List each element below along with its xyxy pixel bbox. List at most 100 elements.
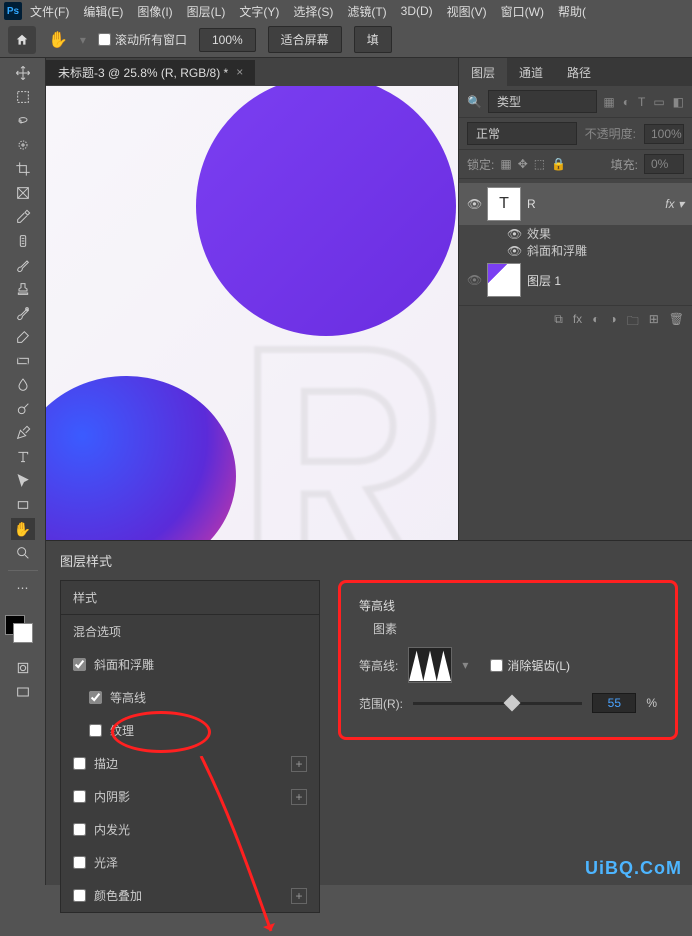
style-bevel[interactable]: 斜面和浮雕 bbox=[61, 648, 319, 681]
eyedropper-tool[interactable] bbox=[11, 206, 35, 228]
edit-toolbar[interactable]: ⋯ bbox=[11, 577, 35, 599]
close-icon[interactable]: × bbox=[236, 65, 243, 79]
filter-smart-icon[interactable]: ◧ bbox=[673, 95, 684, 109]
brush-tool[interactable] bbox=[11, 254, 35, 276]
blending-options[interactable]: 混合选项 bbox=[61, 615, 319, 648]
link-icon[interactable]: ⧉ bbox=[554, 312, 563, 333]
dodge-tool[interactable] bbox=[11, 398, 35, 420]
filter-kind-dropdown[interactable]: 类型 bbox=[488, 90, 597, 113]
layer-row[interactable]: 👁 T R fx ▾ bbox=[459, 183, 692, 225]
filter-shape-icon[interactable]: ▭ bbox=[653, 95, 664, 109]
tab-channels[interactable]: 通道 bbox=[507, 58, 555, 86]
document-tab[interactable]: 未标题-3 @ 25.8% (R, RGB/8) * × bbox=[46, 60, 255, 85]
home-button[interactable] bbox=[8, 26, 36, 54]
crop-tool[interactable] bbox=[11, 158, 35, 180]
visibility-icon[interactable]: 👁 bbox=[507, 244, 521, 258]
menu-3d[interactable]: 3D(D) bbox=[395, 2, 439, 20]
mask-icon[interactable]: ◐ bbox=[592, 312, 599, 333]
antialias-checkbox[interactable]: 消除锯齿(L) bbox=[490, 657, 570, 674]
quick-select-tool[interactable] bbox=[11, 134, 35, 156]
menu-layer[interactable]: 图层(L) bbox=[181, 1, 232, 22]
history-brush-tool[interactable] bbox=[11, 302, 35, 324]
healing-tool[interactable] bbox=[11, 230, 35, 252]
group-icon[interactable]: 🗀 bbox=[627, 312, 639, 333]
lock-all-icon[interactable]: 🔒 bbox=[551, 157, 566, 171]
adjustment-icon[interactable]: ◑ bbox=[609, 312, 616, 333]
lock-artboard-icon[interactable]: ⬚ bbox=[534, 157, 545, 171]
frame-tool[interactable] bbox=[11, 182, 35, 204]
fx-icon[interactable]: fx bbox=[573, 312, 582, 333]
fill-screen-button[interactable]: 填 bbox=[354, 26, 392, 53]
pen-tool[interactable] bbox=[11, 422, 35, 444]
menu-view[interactable]: 视图(V) bbox=[441, 1, 493, 22]
marquee-tool[interactable] bbox=[11, 86, 35, 108]
filter-type-icon[interactable]: T bbox=[638, 95, 645, 109]
canvas[interactable] bbox=[46, 86, 458, 586]
fill-input[interactable]: 0% bbox=[644, 154, 684, 174]
style-color-overlay[interactable]: 颜色叠加+ bbox=[61, 879, 319, 912]
lasso-tool[interactable] bbox=[11, 110, 35, 132]
menu-select[interactable]: 选择(S) bbox=[287, 1, 339, 22]
zoom-tool[interactable] bbox=[11, 542, 35, 564]
menu-window[interactable]: 窗口(W) bbox=[495, 1, 550, 22]
layer-name[interactable]: R bbox=[527, 197, 536, 211]
visibility-icon[interactable]: 👁 bbox=[507, 227, 521, 241]
blend-mode-dropdown[interactable]: 正常 bbox=[467, 122, 577, 145]
visibility-icon[interactable]: 👁 bbox=[467, 273, 481, 287]
filter-adjust-icon[interactable]: ◐ bbox=[623, 95, 630, 109]
hand-tool[interactable]: ✋ bbox=[11, 518, 35, 540]
menu-image[interactable]: 图像(I) bbox=[131, 1, 178, 22]
tab-paths[interactable]: 路径 bbox=[555, 58, 603, 86]
style-inner-glow[interactable]: 内发光 bbox=[61, 813, 319, 846]
screen-mode-tool[interactable] bbox=[11, 681, 35, 703]
menu-edit[interactable]: 编辑(E) bbox=[77, 1, 129, 22]
path-select-tool[interactable] bbox=[11, 470, 35, 492]
menu-filter[interactable]: 滤镜(T) bbox=[341, 1, 392, 22]
fit-screen-button[interactable]: 适合屏幕 bbox=[268, 26, 342, 53]
lock-label: 锁定: bbox=[467, 156, 494, 173]
opacity-input[interactable]: 100% bbox=[644, 124, 684, 144]
color-swatches[interactable] bbox=[5, 609, 41, 645]
style-inner-shadow[interactable]: 内阴影+ bbox=[61, 780, 319, 813]
range-slider[interactable] bbox=[413, 702, 582, 705]
tab-layers[interactable]: 图层 bbox=[459, 58, 507, 86]
rectangle-tool[interactable] bbox=[11, 494, 35, 516]
style-satin[interactable]: 光泽 bbox=[61, 846, 319, 879]
background-swatch[interactable] bbox=[13, 623, 33, 643]
layer-name[interactable]: 图层 1 bbox=[527, 272, 561, 289]
style-contour[interactable]: 等高线 bbox=[61, 681, 319, 714]
style-stroke[interactable]: 描边+ bbox=[61, 747, 319, 780]
add-icon[interactable]: + bbox=[291, 789, 307, 805]
new-layer-icon[interactable]: ⊞ bbox=[649, 312, 659, 333]
menu-help[interactable]: 帮助( bbox=[552, 1, 592, 22]
gradient-tool[interactable] bbox=[11, 350, 35, 372]
type-tool[interactable] bbox=[11, 446, 35, 468]
zoom-input[interactable]: 100% bbox=[199, 28, 256, 52]
stamp-tool[interactable] bbox=[11, 278, 35, 300]
blur-tool[interactable] bbox=[11, 374, 35, 396]
fx-badge[interactable]: fx ▾ bbox=[665, 197, 684, 211]
filter-pixel-icon[interactable]: ▦ bbox=[603, 95, 614, 109]
visibility-icon[interactable]: 👁 bbox=[467, 197, 481, 211]
style-list-header[interactable]: 样式 bbox=[61, 581, 319, 615]
lock-position-icon[interactable]: ✥ bbox=[518, 157, 528, 171]
lock-pixels-icon[interactable]: ▦ bbox=[500, 157, 511, 171]
add-icon[interactable]: + bbox=[291, 756, 307, 772]
fx-item[interactable]: 👁 斜面和浮雕 bbox=[459, 242, 692, 259]
menu-type[interactable]: 文字(Y) bbox=[233, 1, 285, 22]
menu-file[interactable]: 文件(F) bbox=[24, 1, 75, 22]
slider-thumb[interactable] bbox=[504, 694, 521, 711]
antialias-label: 消除锯齿(L) bbox=[507, 657, 570, 674]
scroll-all-checkbox[interactable]: 滚动所有窗口 bbox=[98, 31, 187, 48]
chevron-down-icon[interactable]: ▾ bbox=[462, 658, 468, 672]
eraser-tool[interactable] bbox=[11, 326, 35, 348]
move-tool[interactable] bbox=[11, 62, 35, 84]
layer-row[interactable]: 👁 图层 1 bbox=[459, 259, 692, 301]
delete-icon[interactable]: 🗑 bbox=[669, 312, 684, 333]
add-icon[interactable]: + bbox=[291, 888, 307, 904]
quick-mask-tool[interactable] bbox=[11, 657, 35, 679]
contour-picker[interactable] bbox=[408, 647, 452, 683]
range-input[interactable] bbox=[592, 693, 636, 713]
style-texture[interactable]: 纹理 bbox=[61, 714, 319, 747]
fx-header[interactable]: 👁 效果 bbox=[459, 225, 692, 242]
